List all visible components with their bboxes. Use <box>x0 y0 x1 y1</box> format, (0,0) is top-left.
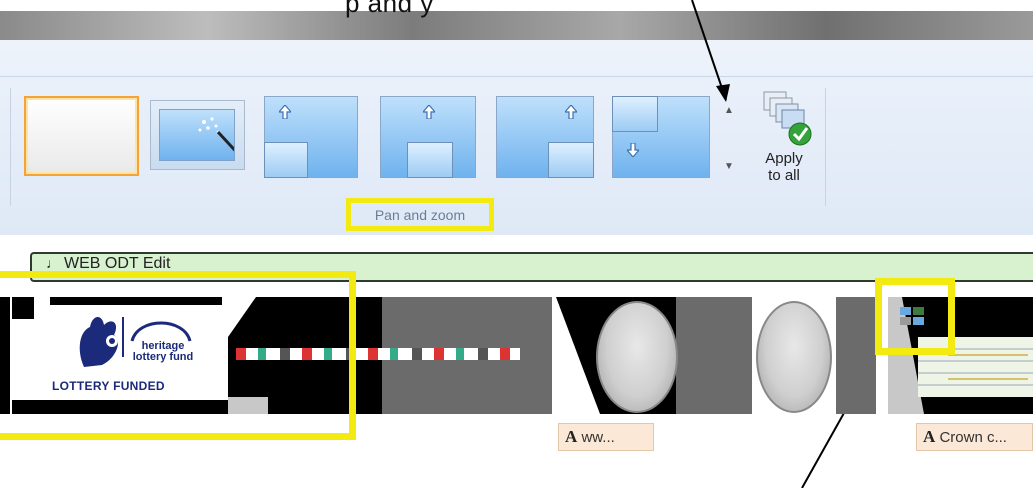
caption-item[interactable]: A ww... <box>558 423 654 451</box>
clip-gray <box>836 297 876 414</box>
highlight-box <box>0 271 356 440</box>
music-note-icon: ♩ <box>46 255 60 271</box>
soldier-portrait <box>596 301 678 413</box>
caption-text-icon: A <box>565 427 578 446</box>
highlight-box <box>875 278 955 355</box>
caption-item[interactable]: A Crown c... <box>916 423 1033 451</box>
caption-text-icon: A <box>923 427 936 446</box>
arrow-line <box>691 0 727 101</box>
caption-text: Crown c... <box>939 429 1007 446</box>
caption-text: ww... <box>581 429 615 446</box>
clip-portrait-2[interactable] <box>716 297 876 414</box>
audio-track-title: WEB ODT Edit <box>64 255 171 272</box>
clip-gray <box>716 297 752 414</box>
arrowhead-icon <box>716 84 730 102</box>
soldier-portrait <box>756 301 832 413</box>
clip-portrait-1[interactable] <box>556 297 716 414</box>
